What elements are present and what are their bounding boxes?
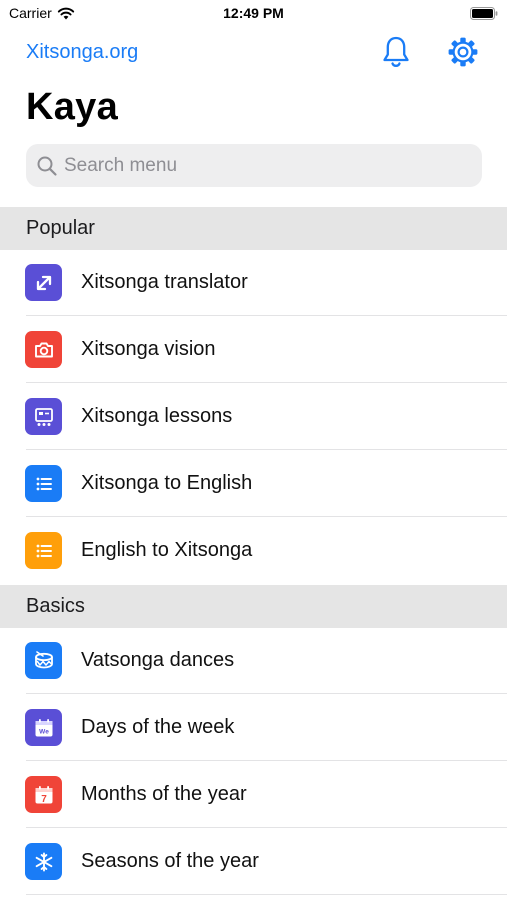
section-header-popular: Popular bbox=[0, 207, 507, 250]
drum-icon bbox=[25, 642, 62, 679]
battery-icon bbox=[470, 7, 498, 20]
xitsonga-org-link[interactable]: Xitsonga.org bbox=[26, 41, 138, 64]
menu-item-label: Xitsonga vision bbox=[81, 338, 216, 360]
search-icon bbox=[37, 156, 57, 176]
status-bar: Carrier 12:49 PM bbox=[0, 0, 507, 30]
menu-item-label: Vatsonga dances bbox=[81, 649, 235, 671]
section-header-basics: Basics bbox=[0, 585, 507, 628]
settings-button[interactable] bbox=[446, 35, 480, 69]
menu-item-label: Seasons of the year bbox=[81, 850, 259, 872]
menu-item-seasons-of-the-year[interactable]: Seasons of the year bbox=[0, 828, 507, 895]
menu-item-label: English to Xitsonga bbox=[81, 539, 253, 561]
menu-item-xitsonga-to-english[interactable]: Xitsonga to English bbox=[0, 450, 507, 517]
gear-icon bbox=[448, 37, 478, 67]
list-icon bbox=[25, 465, 62, 502]
menu-item-label: Months of the year bbox=[81, 783, 247, 805]
calendar-month-text: 7 bbox=[41, 794, 47, 805]
menu-item-english-to-xitsonga[interactable]: English to Xitsonga bbox=[0, 517, 507, 584]
menu-item-days-of-the-week[interactable]: We Days of the week bbox=[0, 694, 507, 761]
menu-item-months-of-the-year[interactable]: 7 Months of the year bbox=[0, 761, 507, 828]
menu-item-xitsonga-translator[interactable]: Xitsonga translator bbox=[0, 249, 507, 316]
calendar-7-icon: 7 bbox=[25, 776, 62, 813]
menu-item-label: Xitsonga lessons bbox=[81, 405, 233, 427]
bell-icon bbox=[383, 36, 409, 67]
search-input[interactable] bbox=[64, 154, 464, 177]
row-divider bbox=[26, 894, 507, 895]
navigation-bar: Xitsonga.org bbox=[0, 30, 507, 80]
calendar-we-icon: We bbox=[25, 709, 62, 746]
menu-item-vatsonga-dances[interactable]: Vatsonga dances bbox=[0, 627, 507, 694]
list-icon bbox=[25, 532, 62, 569]
menu-item-label: Days of the week bbox=[81, 716, 235, 738]
status-time: 12:49 PM bbox=[223, 5, 284, 21]
menu-item-xitsonga-vision[interactable]: Xitsonga vision bbox=[0, 316, 507, 383]
page-title: Kaya bbox=[26, 86, 119, 128]
calendar-day-text: We bbox=[39, 728, 49, 735]
snowflake-icon bbox=[25, 843, 62, 880]
menu-item-label: Xitsonga translator bbox=[81, 271, 248, 293]
lessons-board-icon bbox=[25, 398, 62, 435]
menu-item-label: Xitsonga to English bbox=[81, 472, 253, 494]
camera-icon bbox=[25, 331, 62, 368]
translate-arrows-icon bbox=[25, 264, 62, 301]
notifications-button[interactable] bbox=[381, 35, 411, 69]
search-bar[interactable] bbox=[26, 144, 482, 187]
menu-item-xitsonga-lessons[interactable]: Xitsonga lessons bbox=[0, 383, 507, 450]
